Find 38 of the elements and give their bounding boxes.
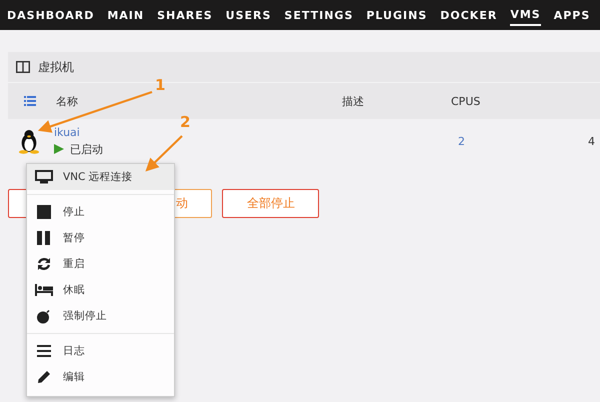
stop-icon	[35, 205, 53, 219]
list-icon[interactable]	[24, 96, 36, 106]
nav-tab[interactable]: SHARES	[157, 6, 213, 24]
column-header: 名称	[56, 94, 79, 108]
menu-item[interactable]: 日志	[27, 338, 174, 364]
nav-tab[interactable]: MAIN	[107, 6, 144, 24]
annotation-arrow	[145, 135, 183, 172]
pencil-icon	[35, 370, 53, 384]
column-header: CPUS	[451, 94, 482, 108]
nav-tab[interactable]: VMS	[510, 4, 541, 26]
menu-icon	[35, 345, 53, 357]
nav-tab[interactable]: SETTINGS	[284, 6, 354, 24]
nav-tab[interactable]: DOCKER	[440, 6, 498, 24]
nav-tab[interactable]: USERS	[226, 6, 272, 24]
panel-title: 虚拟机	[38, 58, 74, 76]
monitor-icon	[35, 170, 53, 184]
columns-icon	[16, 61, 30, 73]
table-cell-text: 2	[458, 134, 466, 148]
column-header: 描述	[342, 94, 365, 108]
menu-item[interactable]: 重启	[27, 251, 174, 277]
table-cell: 4	[588, 134, 595, 148]
refresh-icon	[35, 257, 53, 271]
penguin-icon[interactable]	[18, 128, 40, 154]
nav-tab[interactable]: DASHBOARD	[7, 6, 94, 24]
menu-item[interactable]: VNC 远程连接	[27, 164, 174, 190]
bed-icon	[35, 284, 53, 296]
menu-item[interactable]: 休眠	[27, 277, 174, 303]
nav-tab[interactable]: APPS	[554, 6, 590, 24]
annotation-number: 2	[180, 113, 190, 131]
menu-item[interactable]: 强制停止	[27, 303, 174, 329]
menu-item[interactable]: 停止	[27, 199, 174, 225]
nav-tab[interactable]: PLUGINS	[366, 6, 428, 24]
vm-status: 已启动	[70, 142, 103, 156]
pause-icon	[35, 231, 53, 245]
menu-item[interactable]: 暂停	[27, 225, 174, 251]
vm-name-link[interactable]: ikuai	[54, 126, 80, 138]
annotation-number: 1	[155, 76, 166, 94]
menu-item[interactable]: 编辑	[27, 364, 174, 390]
